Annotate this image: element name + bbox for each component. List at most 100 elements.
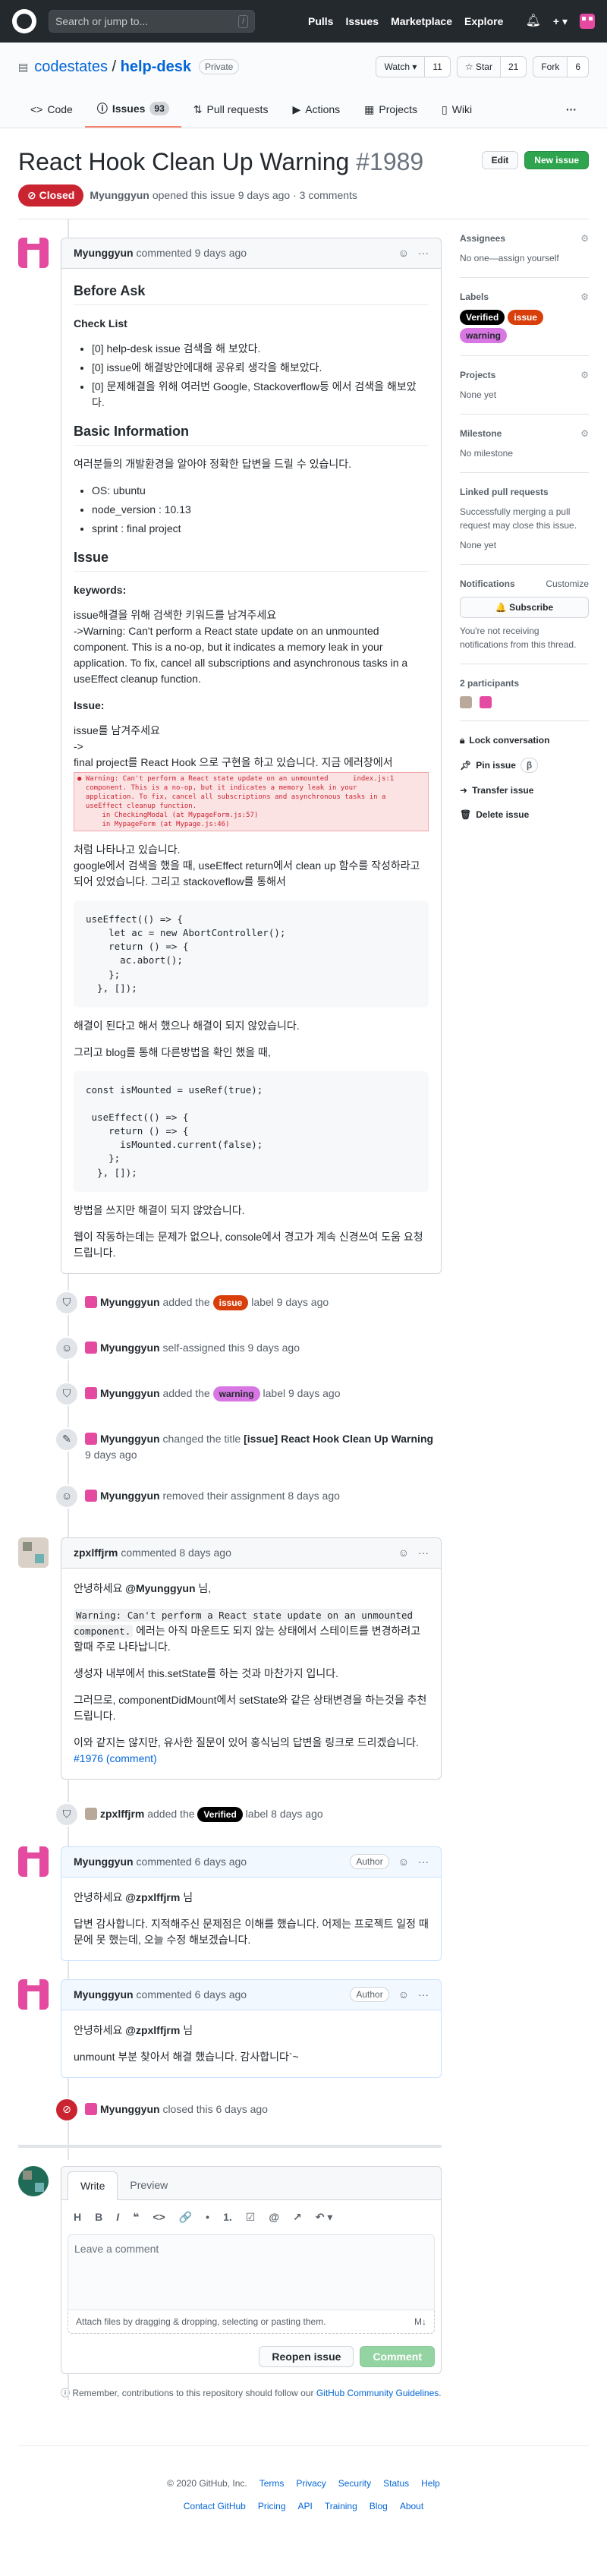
bullet-list-icon[interactable]: •: [206, 2209, 209, 2225]
kebab-icon[interactable]: ···: [418, 1987, 429, 2003]
avatar[interactable]: [480, 696, 492, 708]
edit-button[interactable]: Edit: [481, 151, 519, 169]
user-avatar[interactable]: [580, 14, 595, 29]
comment-time[interactable]: commented 8 days ago: [121, 1545, 231, 1561]
watch-count[interactable]: 11: [424, 57, 450, 77]
nav-marketplace[interactable]: Marketplace: [391, 14, 452, 30]
event-actor[interactable]: zpxlffjrm: [100, 1808, 144, 1820]
subscribe-button[interactable]: 🔔 Subscribe: [460, 597, 589, 618]
event-actor[interactable]: Myunggyun: [100, 2103, 160, 2115]
search-input[interactable]: Search or jump to... /: [49, 10, 255, 33]
comment-link[interactable]: #1976 (comment): [74, 1752, 157, 1764]
create-new-menu[interactable]: + ▾: [553, 14, 568, 30]
comment-button[interactable]: Comment: [360, 2345, 435, 2367]
avatar[interactable]: [18, 1846, 49, 1877]
repo-owner-link[interactable]: codestates: [34, 58, 108, 75]
avatar[interactable]: [85, 1432, 97, 1445]
label-warning[interactable]: warning: [460, 328, 508, 343]
avatar[interactable]: [85, 1808, 97, 1821]
assignees-value[interactable]: No one—assign yourself: [460, 251, 589, 265]
kebab-icon[interactable]: ···: [418, 1545, 429, 1561]
code-icon[interactable]: <>: [153, 2209, 165, 2225]
footer-link-terms[interactable]: Terms: [259, 2477, 285, 2490]
comment-author[interactable]: Myunggyun: [74, 1854, 134, 1870]
reference-icon[interactable]: ↗: [293, 2209, 302, 2225]
mention-icon[interactable]: @: [269, 2209, 279, 2225]
nav-explore[interactable]: Explore: [464, 14, 503, 30]
footer-link-blog[interactable]: Blog: [370, 2499, 388, 2513]
italic-icon[interactable]: I: [116, 2209, 119, 2225]
label-verified[interactable]: Verified: [197, 1807, 243, 1823]
avatar[interactable]: [85, 1387, 97, 1400]
footer-link-security[interactable]: Security: [338, 2477, 371, 2490]
nav-issues[interactable]: Issues: [345, 14, 379, 30]
footer-link-status[interactable]: Status: [383, 2477, 409, 2490]
watch-button[interactable]: Watch ▾ 11: [376, 56, 451, 77]
label-verified[interactable]: Verified: [460, 310, 505, 325]
tab-issues[interactable]: ⓘ Issues 93: [84, 91, 181, 128]
avatar[interactable]: [18, 1537, 49, 1568]
heading-icon[interactable]: H: [74, 2209, 81, 2225]
tab-pull-requests[interactable]: ⇅ Pull requests: [181, 91, 281, 128]
avatar[interactable]: [18, 1979, 49, 2010]
avatar[interactable]: [85, 2103, 97, 2116]
tab-preview[interactable]: Preview: [118, 2171, 180, 2199]
comment-textarea[interactable]: Leave a comment: [68, 2234, 435, 2310]
event-actor[interactable]: Myunggyun: [100, 1296, 160, 1308]
lock-conversation-button[interactable]: 🔒︎ Lock conversation: [460, 733, 589, 747]
footer-link-about[interactable]: About: [400, 2499, 423, 2513]
gear-icon[interactable]: ⚙: [580, 368, 589, 382]
delete-issue-button[interactable]: 🗑︎ Delete issue: [460, 808, 589, 821]
more-tabs-icon[interactable]: ···: [554, 91, 589, 128]
comment-time[interactable]: commented 6 days ago: [137, 1854, 247, 1870]
smiley-icon[interactable]: ☺: [398, 1545, 409, 1561]
gear-icon[interactable]: ⚙: [580, 232, 589, 245]
nav-pulls[interactable]: Pulls: [308, 14, 333, 30]
issue-author-link[interactable]: Myunggyun: [90, 188, 149, 203]
link-icon[interactable]: 🔗: [179, 2209, 192, 2225]
reopen-issue-button[interactable]: Reopen issue: [259, 2345, 354, 2367]
avatar[interactable]: [18, 2165, 49, 2196]
kebab-icon[interactable]: ···: [418, 1854, 429, 1870]
event-actor[interactable]: Myunggyun: [100, 1342, 160, 1354]
footer-link-api[interactable]: API: [298, 2499, 313, 2513]
footer-link-help[interactable]: Help: [421, 2477, 440, 2490]
footer-link-pricing[interactable]: Pricing: [258, 2499, 286, 2513]
repo-name-link[interactable]: help-desk: [121, 58, 191, 75]
avatar[interactable]: [460, 696, 472, 708]
task-list-icon[interactable]: ☑: [246, 2209, 256, 2225]
event-actor[interactable]: Myunggyun: [100, 1433, 160, 1445]
assignees-title[interactable]: Assignees: [460, 232, 505, 245]
quote-icon[interactable]: ❝: [133, 2209, 139, 2225]
comment-author[interactable]: zpxlffjrm: [74, 1545, 118, 1561]
comment-author[interactable]: Myunggyun: [74, 1987, 134, 2003]
transfer-issue-button[interactable]: ➜ Transfer issue: [460, 784, 589, 797]
comment-time[interactable]: commented 6 days ago: [137, 1987, 247, 2003]
tab-projects[interactable]: ▦ Projects: [352, 91, 429, 128]
event-actor[interactable]: Myunggyun: [100, 1387, 160, 1399]
bold-icon[interactable]: B: [95, 2209, 102, 2225]
pin-issue-button[interactable]: 📌︎ Pin issue β: [460, 758, 589, 773]
smiley-icon[interactable]: ☺: [398, 245, 409, 261]
bell-icon[interactable]: 🔔︎: [526, 12, 541, 30]
numbered-list-icon[interactable]: 1.: [223, 2209, 232, 2225]
milestone-title[interactable]: Milestone: [460, 427, 502, 440]
star-button[interactable]: ☆ Star 21: [456, 56, 527, 77]
reply-icon[interactable]: ↶ ▾: [316, 2209, 333, 2225]
avatar[interactable]: [18, 238, 49, 268]
gear-icon[interactable]: ⚙: [580, 290, 589, 304]
event-actor[interactable]: Myunggyun: [100, 1490, 160, 1502]
comment-time[interactable]: commented 9 days ago: [137, 245, 247, 261]
tab-write[interactable]: Write: [68, 2171, 118, 2200]
avatar[interactable]: [85, 1490, 97, 1502]
attach-files[interactable]: Attach files by dragging & dropping, sel…: [68, 2310, 435, 2334]
github-logo-icon[interactable]: [12, 9, 36, 33]
label-issue[interactable]: issue: [508, 310, 544, 325]
smiley-icon[interactable]: ☺: [398, 1987, 409, 2003]
footer-link-contact[interactable]: Contact GitHub: [184, 2499, 246, 2513]
customize-link[interactable]: Customize: [546, 577, 589, 591]
tab-wiki[interactable]: ▯ Wiki: [429, 91, 484, 128]
gear-icon[interactable]: ⚙: [580, 427, 589, 440]
new-issue-button[interactable]: New issue: [524, 151, 589, 169]
footer-link-privacy[interactable]: Privacy: [296, 2477, 326, 2490]
